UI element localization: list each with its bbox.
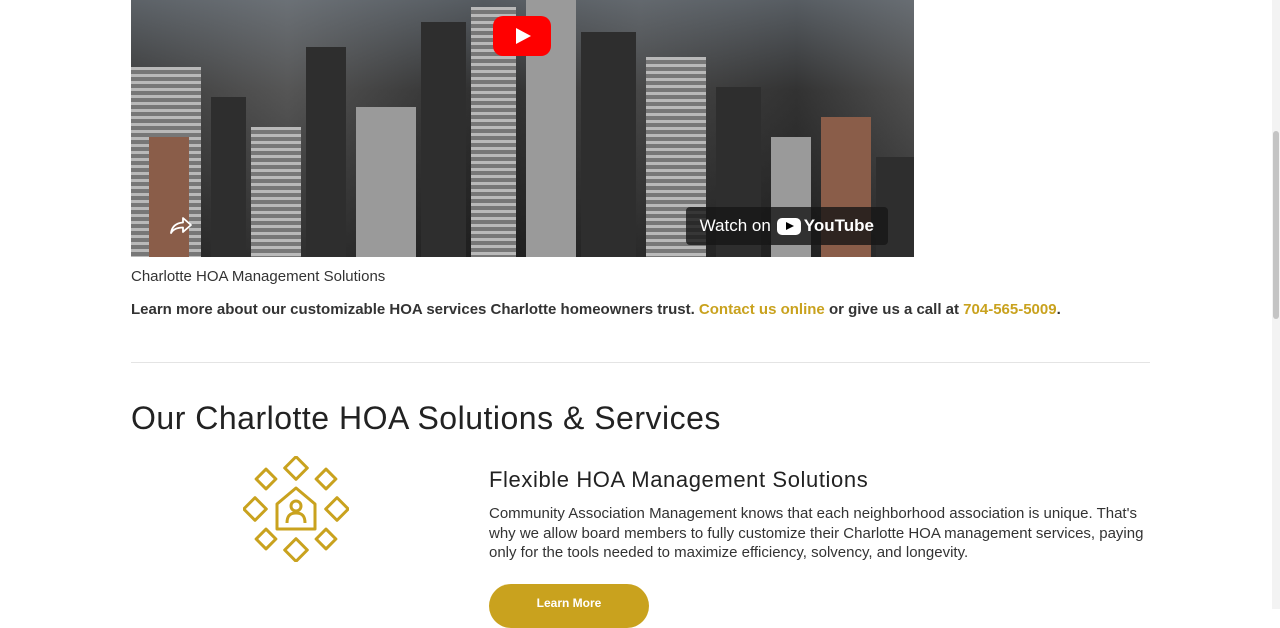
building	[306, 47, 346, 257]
learn-more-text: Learn more about our customizable HOA se…	[131, 301, 695, 318]
youtube-play-icon	[776, 217, 801, 235]
building	[251, 127, 301, 257]
feature-title: Flexible HOA Management Solutions	[489, 467, 869, 492]
call-text: or give us a call at	[828, 301, 959, 318]
scrollbar[interactable]	[1272, 0, 1280, 609]
scrollbar-thumb[interactable]	[1273, 131, 1279, 319]
youtube-wordmark: YouTube	[803, 216, 874, 235]
share-icon[interactable]	[169, 215, 193, 235]
contact-us-link[interactable]: Contact us online	[699, 301, 825, 318]
building	[211, 97, 246, 257]
period: .	[1056, 301, 1061, 318]
play-icon[interactable]	[493, 16, 551, 56]
watch-on-label: Watch on	[699, 216, 771, 235]
building	[581, 32, 636, 257]
building	[356, 107, 416, 257]
community-network-icon	[243, 456, 349, 562]
watch-on-youtube-button[interactable]: Watch on YouTube	[685, 207, 888, 245]
section-title: Our Charlotte HOA Solutions & Services	[131, 400, 721, 436]
feature-description: Community Association Management knows t…	[489, 505, 1144, 561]
phone-link[interactable]: 704-565-5009	[963, 301, 1056, 318]
building	[421, 22, 466, 257]
learn-more-line: Learn more about our customizable HOA se…	[131, 301, 1061, 318]
video-player[interactable]: Watch on YouTube	[131, 0, 914, 257]
section-divider	[131, 362, 1150, 363]
youtube-logo: YouTube	[776, 216, 874, 236]
learn-more-button[interactable]: Learn More	[489, 584, 649, 628]
building	[149, 137, 189, 257]
video-caption: Charlotte HOA Management Solutions	[131, 268, 386, 285]
